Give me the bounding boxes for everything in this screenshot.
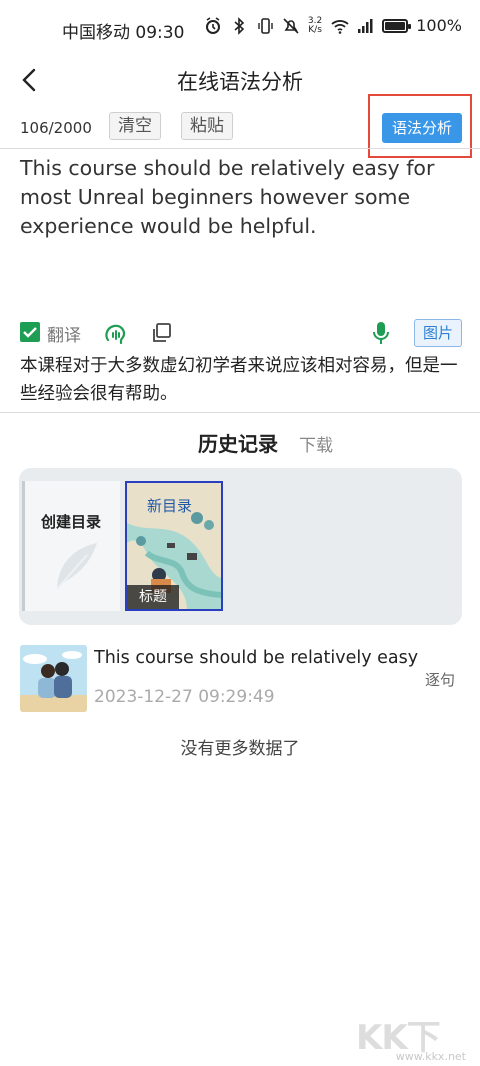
copy-icon[interactable] [150,322,172,344]
status-bar: 中国移动 09:30 3.2 K/s 100% [0,0,480,58]
microphone-icon[interactable] [371,320,391,346]
divider [0,148,480,149]
no-more-data: 没有更多数据了 [180,739,300,759]
battery-percent: 100% [416,16,462,35]
read-aloud-icon[interactable] [103,320,129,346]
wifi-icon [330,17,349,35]
couple-image [20,645,87,712]
watermark-url: www.kkx.net [395,1050,466,1063]
bluetooth-icon [230,16,248,35]
net-speed: 3.2 K/s [308,16,322,35]
folder-card-new[interactable]: 新目录 标题 [125,481,223,611]
history-record[interactable]: This course should be relatively easy fo… [0,640,480,716]
feather-icon [56,543,97,590]
folder-card-label: 标题 [127,585,179,609]
folder-cards-panel: 创建目录 新目录 标题 [19,468,462,625]
char-counter: 106/2000 [20,119,92,137]
net-speed-unit: K/s [308,24,322,35]
mute-icon [282,17,300,35]
record-text: This course should be relatively easy fo [94,648,422,668]
sentence-by-sentence-button[interactable]: 逐句 [425,669,455,690]
battery-icon [382,18,412,33]
download-link[interactable]: 下载 [299,431,333,456]
action-row: 翻译 图片 [0,316,480,350]
folder-card-title: 创建目录 [41,513,102,531]
alarm-icon [204,16,222,35]
translation-text: 本课程对于大多数虚幻初学者来说应该相对容易，但是一些经验会很有帮助。 [20,356,458,404]
vibrate-icon [256,17,274,35]
divider [0,412,480,413]
status-icons: 3.2 K/s 100% [204,16,462,35]
input-textarea[interactable]: This course should be relatively easy fo… [20,154,470,241]
record-time: 2023-12-27 09:29:49 [94,687,275,707]
history-header: 历史记录 下载 [0,426,480,458]
folder-card-create[interactable]: 创建目录 [22,481,120,611]
image-button[interactable]: 图片 [414,319,462,347]
carrier-time: 中国移动 09:30 [62,23,185,43]
translate-checkbox[interactable] [20,322,40,342]
record-thumbnail [20,645,87,712]
battery-fill [385,21,406,30]
clear-button[interactable]: 清空 [109,112,161,140]
history-title: 历史记录 [198,432,278,456]
signal-icon [356,17,374,35]
paste-button[interactable]: 粘贴 [181,112,233,140]
folder-card-title: 新目录 [147,497,193,515]
translate-label: 翻译 [47,326,81,346]
page-title: 在线语法分析 [177,70,303,94]
watermark-logo: KK下载 www.kkx.net [356,1010,466,1063]
check-icon [23,327,37,338]
